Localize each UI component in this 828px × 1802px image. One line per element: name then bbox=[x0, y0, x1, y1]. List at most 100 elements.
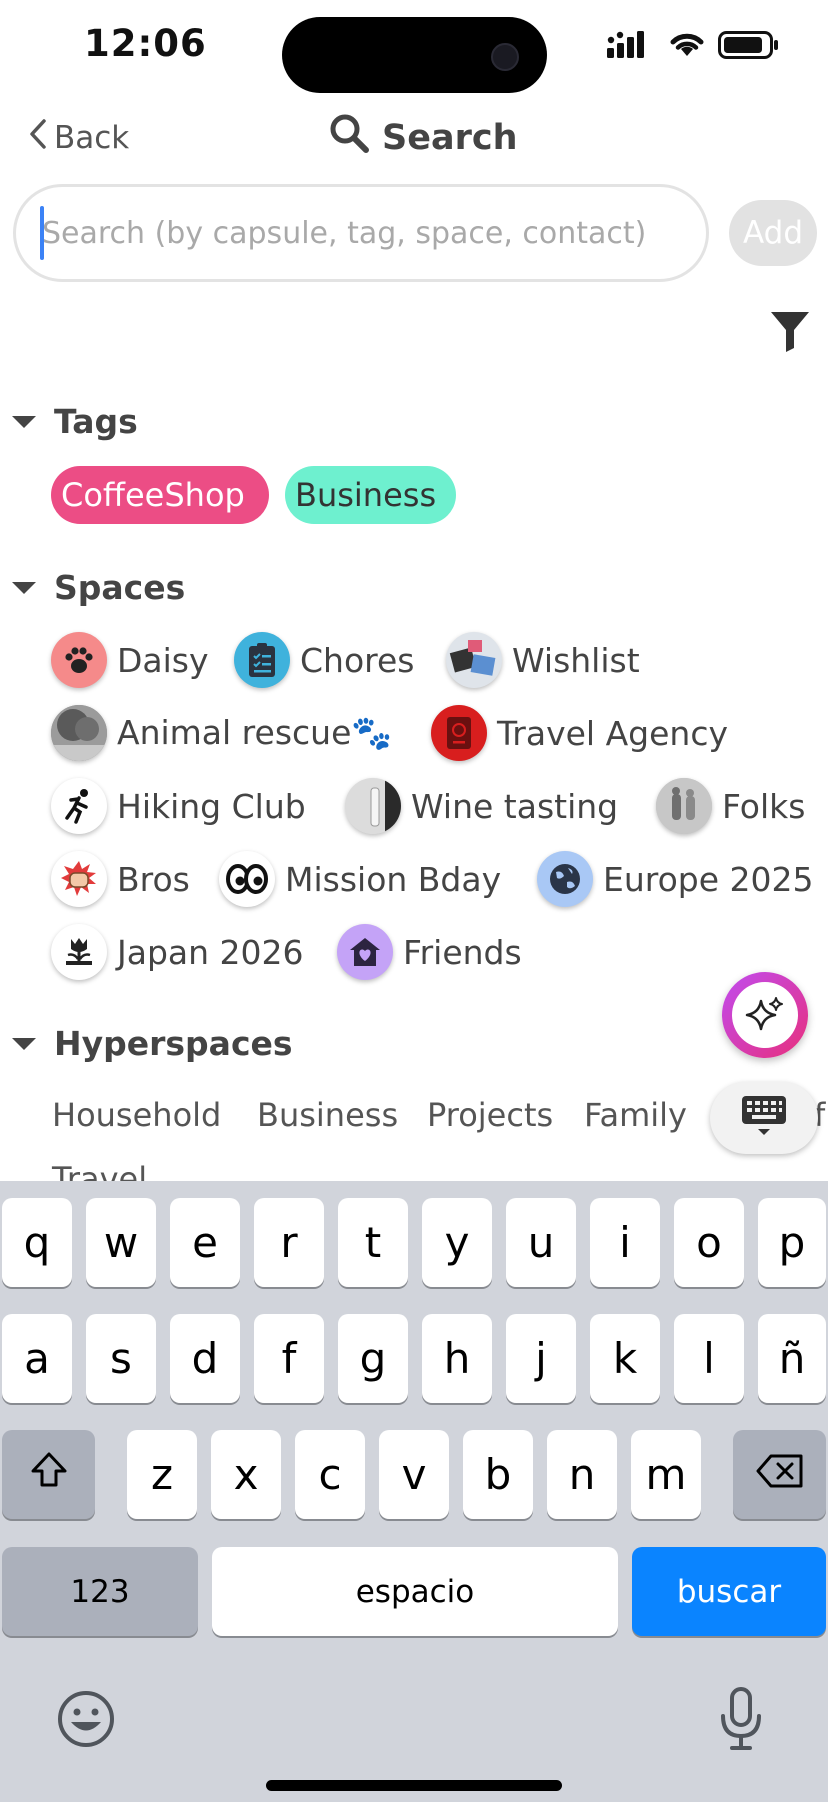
space-label: Mission Bday bbox=[285, 859, 502, 899]
space-item-japan-2026[interactable]: Japan 2026 bbox=[51, 924, 304, 980]
caret-down-icon bbox=[12, 581, 36, 594]
fist-bump-icon bbox=[51, 851, 107, 907]
key-m[interactable]: m bbox=[631, 1430, 701, 1519]
delete-key[interactable] bbox=[733, 1430, 826, 1519]
space-item-europe-2025[interactable]: Europe 2025 bbox=[537, 851, 814, 907]
key-k[interactable]: k bbox=[590, 1314, 660, 1403]
space-label: Bros bbox=[117, 859, 190, 899]
tag-chip-coffeeshop[interactable]: CoffeeShop bbox=[51, 466, 269, 524]
shift-icon bbox=[29, 1450, 69, 1500]
status-time: 12:06 bbox=[84, 22, 207, 65]
home-indicator[interactable] bbox=[266, 1780, 562, 1791]
key-o[interactable]: o bbox=[674, 1198, 744, 1287]
key-g[interactable]: g bbox=[338, 1314, 408, 1403]
space-item-travel-agency[interactable]: Travel Agency bbox=[431, 705, 728, 761]
numbers-key[interactable]: 123 bbox=[2, 1547, 198, 1636]
page-title-text: Search bbox=[382, 117, 518, 158]
space-item-folks[interactable]: Folks bbox=[656, 778, 805, 834]
key-q[interactable]: q bbox=[2, 1198, 72, 1287]
back-label: Back bbox=[54, 120, 130, 156]
key-w[interactable]: w bbox=[86, 1198, 156, 1287]
key-d[interactable]: d bbox=[170, 1314, 240, 1403]
key-b[interactable]: b bbox=[463, 1430, 533, 1519]
space-item-hiking-club[interactable]: Hiking Club bbox=[51, 778, 306, 834]
key-l[interactable]: l bbox=[674, 1314, 744, 1403]
key-z[interactable]: z bbox=[127, 1430, 197, 1519]
space-label: Animal rescue🐾 bbox=[117, 713, 393, 752]
clipboard-list-icon bbox=[234, 632, 290, 688]
space-item-chores[interactable]: Chores bbox=[234, 632, 415, 688]
space-item-mission-bday[interactable]: Mission Bday bbox=[219, 851, 501, 907]
space-label: Travel Agency bbox=[497, 713, 728, 753]
sparkles-icon bbox=[732, 982, 798, 1048]
page-title: Search bbox=[328, 112, 518, 163]
dynamic-island bbox=[282, 17, 547, 93]
spaces-heading: Spaces bbox=[54, 568, 186, 607]
key-p[interactable]: p bbox=[758, 1198, 826, 1287]
search-input[interactable]: Search (by capsule, tag, space, contact) bbox=[13, 184, 709, 282]
emoji-icon[interactable] bbox=[56, 1689, 116, 1753]
space-key[interactable]: espacio bbox=[212, 1547, 618, 1636]
tags-section-header[interactable]: Tags bbox=[12, 402, 138, 441]
key-v[interactable]: v bbox=[379, 1430, 449, 1519]
wifi-icon bbox=[668, 28, 706, 62]
keyboard-dismiss-button[interactable] bbox=[710, 1082, 818, 1154]
key-s[interactable]: s bbox=[86, 1314, 156, 1403]
key-r[interactable]: r bbox=[254, 1198, 324, 1287]
flower-icon bbox=[51, 924, 107, 980]
hyperspaces-heading: Hyperspaces bbox=[54, 1024, 293, 1063]
key-c[interactable]: c bbox=[295, 1430, 365, 1519]
key-n-tilde[interactable]: ñ bbox=[758, 1314, 826, 1403]
battery-icon bbox=[718, 31, 780, 63]
filter-icon[interactable] bbox=[770, 310, 810, 356]
hyperspace-item-projects[interactable]: Projects bbox=[427, 1096, 553, 1134]
search-icon bbox=[328, 112, 370, 163]
key-x[interactable]: x bbox=[211, 1430, 281, 1519]
backspace-icon bbox=[755, 1450, 805, 1499]
key-f[interactable]: f bbox=[254, 1314, 324, 1403]
shift-key[interactable] bbox=[2, 1430, 95, 1519]
back-button[interactable]: Back bbox=[28, 118, 129, 158]
paw-icon bbox=[51, 632, 107, 688]
passport-icon bbox=[431, 705, 487, 761]
ai-assistant-button[interactable] bbox=[722, 972, 808, 1058]
space-label: Folks bbox=[722, 786, 806, 826]
search-placeholder: Search (by capsule, tag, space, contact) bbox=[42, 215, 647, 251]
hyperspace-item-business[interactable]: Business bbox=[257, 1096, 398, 1134]
key-i[interactable]: i bbox=[590, 1198, 660, 1287]
space-label: Daisy bbox=[117, 640, 209, 680]
key-u[interactable]: u bbox=[506, 1198, 576, 1287]
tree-photo-icon bbox=[51, 705, 107, 761]
tag-chip-business[interactable]: Business bbox=[285, 466, 456, 524]
hyperspace-item-family[interactable]: Family bbox=[584, 1096, 687, 1134]
space-label: Europe 2025 bbox=[603, 859, 814, 899]
microphone-icon[interactable] bbox=[718, 1686, 764, 1756]
add-button[interactable]: Add bbox=[729, 200, 817, 266]
key-y[interactable]: y bbox=[422, 1198, 492, 1287]
key-h[interactable]: h bbox=[422, 1314, 492, 1403]
key-j[interactable]: j bbox=[506, 1314, 576, 1403]
space-item-friends[interactable]: Friends bbox=[337, 924, 522, 980]
space-item-wishlist[interactable]: Wishlist bbox=[446, 632, 640, 688]
hyperspace-item-household[interactable]: Household bbox=[52, 1096, 221, 1134]
search-action-key[interactable]: buscar bbox=[632, 1547, 826, 1636]
family-photo-icon bbox=[656, 778, 712, 834]
gift-photo-icon bbox=[446, 632, 502, 688]
hiker-icon bbox=[51, 778, 107, 834]
key-n[interactable]: n bbox=[547, 1430, 617, 1519]
eyes-icon bbox=[219, 851, 275, 907]
space-label: Japan 2026 bbox=[117, 932, 304, 972]
key-e[interactable]: e bbox=[170, 1198, 240, 1287]
space-item-wine-tasting[interactable]: Wine tasting bbox=[345, 778, 618, 834]
space-item-bros[interactable]: Bros bbox=[51, 851, 190, 907]
hyperspaces-section-header[interactable]: Hyperspaces bbox=[12, 1024, 293, 1063]
space-item-daisy[interactable]: Daisy bbox=[51, 632, 209, 688]
caret-down-icon bbox=[12, 415, 36, 428]
key-a[interactable]: a bbox=[2, 1314, 72, 1403]
space-label: Chores bbox=[300, 640, 415, 680]
home-heart-icon bbox=[337, 924, 393, 980]
spaces-section-header[interactable]: Spaces bbox=[12, 568, 185, 607]
key-t[interactable]: t bbox=[338, 1198, 408, 1287]
space-item-animal-rescue[interactable]: Animal rescue🐾 bbox=[51, 705, 392, 761]
space-label: Wine tasting bbox=[411, 786, 619, 826]
